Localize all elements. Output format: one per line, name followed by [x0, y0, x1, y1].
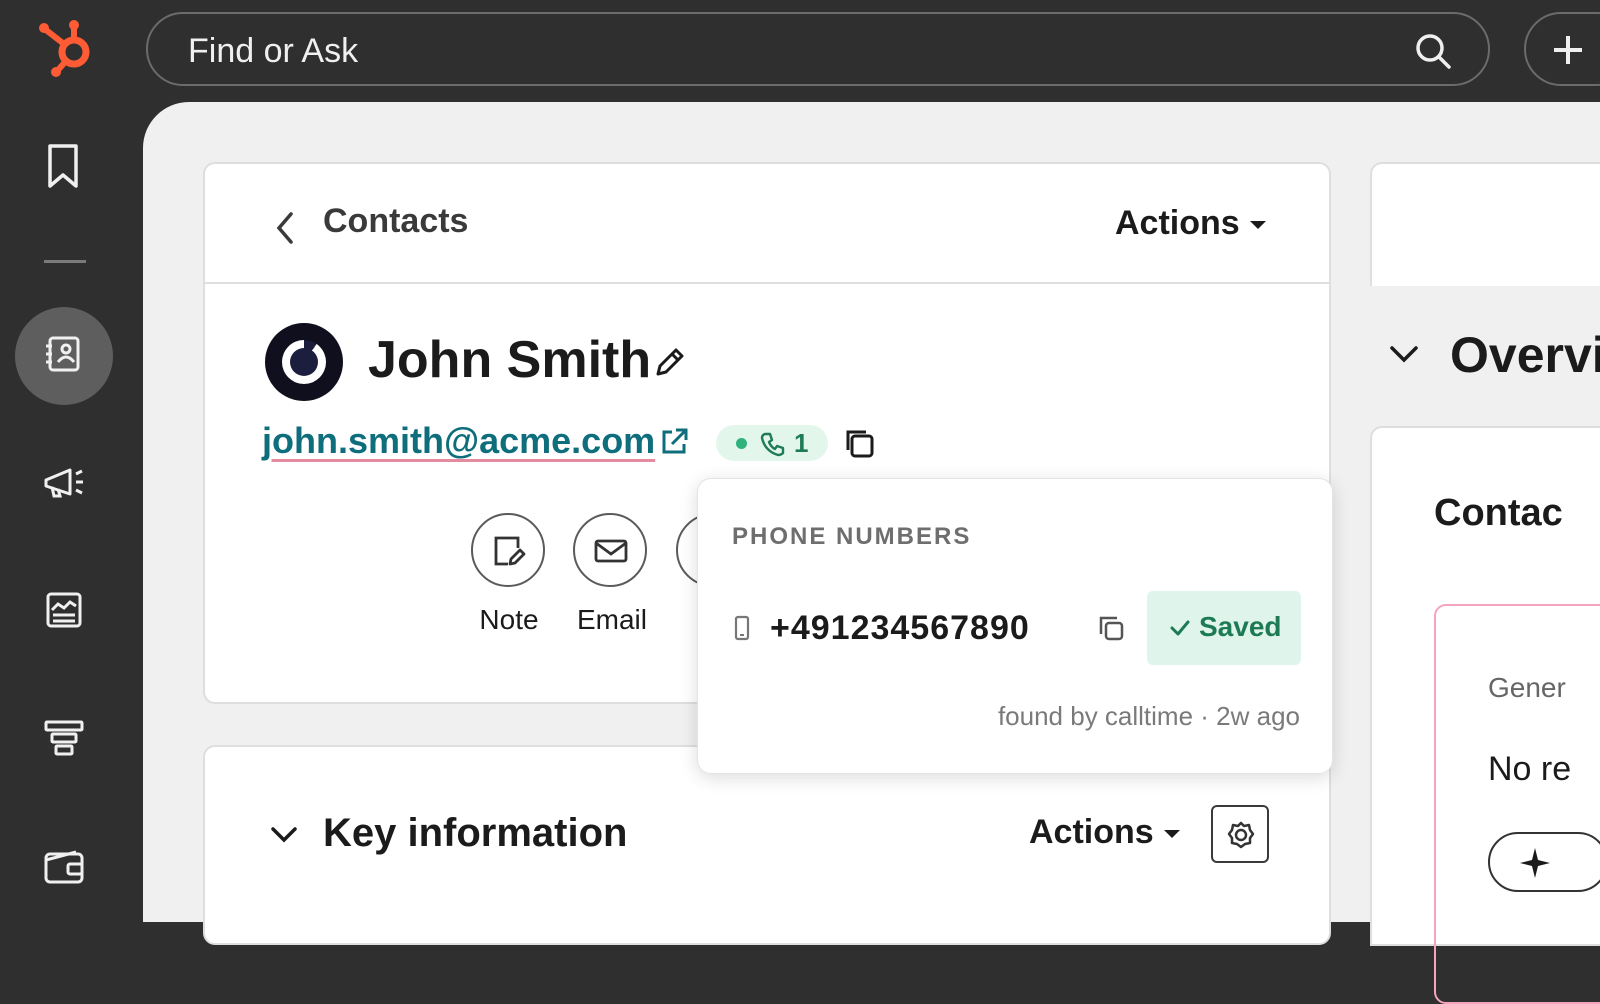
- email-button-label: Email: [576, 604, 647, 635]
- breadcrumb[interactable]: Contacts: [323, 202, 468, 241]
- copy-icon[interactable]: [1096, 613, 1126, 643]
- phone-icon: [760, 432, 785, 457]
- actions-dropdown[interactable]: Actions: [1115, 204, 1266, 243]
- right-panel-top: [1370, 162, 1600, 286]
- note-button[interactable]: [471, 513, 545, 587]
- overview-title: Overview: [1450, 327, 1600, 383]
- phone-numbers-popover: PHONE NUMBERS +491234567890 Saved found …: [697, 478, 1333, 774]
- mail-icon: [594, 539, 628, 563]
- phone-number[interactable]: +491234567890: [770, 609, 1030, 648]
- no-records-text: No re: [1488, 750, 1572, 788]
- ai-generate-button[interactable]: [1488, 832, 1600, 892]
- saved-button[interactable]: Saved: [1147, 591, 1301, 665]
- phone-count: 1: [794, 428, 809, 458]
- saved-label: Saved: [1199, 611, 1282, 642]
- chevron-down-icon[interactable]: [269, 825, 299, 845]
- search-icon[interactable]: [1414, 32, 1452, 70]
- caret-down-icon: [1249, 221, 1266, 230]
- mobile-phone-icon: [734, 615, 750, 641]
- hubspot-logo-icon[interactable]: [36, 16, 100, 80]
- note-icon: [494, 536, 526, 566]
- gear-icon: [1227, 821, 1255, 849]
- avatar: [265, 323, 343, 401]
- card-header: Contacts Actions: [205, 164, 1329, 284]
- settings-button[interactable]: [1211, 805, 1269, 863]
- note-button-label: Note: [479, 604, 539, 635]
- key-information-card: Key information Actions: [203, 745, 1331, 945]
- plus-icon: [1554, 36, 1582, 64]
- megaphone-icon[interactable]: [40, 458, 88, 506]
- external-link-icon[interactable]: [658, 426, 690, 458]
- phone-count-badge[interactable]: 1: [716, 425, 828, 461]
- create-button[interactable]: [1524, 12, 1600, 86]
- content-icon[interactable]: [40, 586, 88, 634]
- sparkle-icon: [1520, 848, 1550, 878]
- contact-name: John Smith: [368, 331, 652, 389]
- found-by-text: found by calltime · 2w ago: [997, 701, 1300, 731]
- bookmark-icon[interactable]: [40, 142, 88, 190]
- sales-funnel-icon[interactable]: [40, 712, 88, 760]
- contacts-book-icon: [40, 330, 88, 378]
- ai-summary-box: Gener No re: [1434, 604, 1600, 1004]
- chevron-left-icon[interactable]: [271, 208, 299, 248]
- sidebar-divider: [44, 260, 86, 263]
- section-title: Key information: [323, 811, 628, 855]
- right-panel-title: Contac: [1434, 492, 1563, 534]
- actions-label: Actions: [1115, 204, 1240, 242]
- key-info-actions-dropdown[interactable]: Actions: [1029, 813, 1180, 852]
- search-input[interactable]: Find or Ask: [188, 32, 358, 71]
- chevron-down-icon[interactable]: [1388, 340, 1420, 368]
- copy-icon[interactable]: [842, 426, 876, 460]
- commerce-wallet-icon[interactable]: [40, 842, 88, 890]
- check-icon: [1170, 620, 1190, 636]
- status-dot: [736, 438, 747, 449]
- email-button[interactable]: [573, 513, 647, 587]
- pencil-icon[interactable]: [652, 346, 686, 380]
- caret-down-icon: [1163, 830, 1180, 839]
- key-info-actions-label: Actions: [1029, 813, 1154, 851]
- right-panel-card: Contac Gener No re: [1370, 426, 1600, 1004]
- contact-email-link[interactable]: john.smith@acme.com: [262, 420, 655, 462]
- popover-title: PHONE NUMBERS: [732, 523, 972, 550]
- search-bar[interactable]: Find or Ask: [146, 12, 1490, 86]
- general-label: Gener: [1488, 672, 1566, 703]
